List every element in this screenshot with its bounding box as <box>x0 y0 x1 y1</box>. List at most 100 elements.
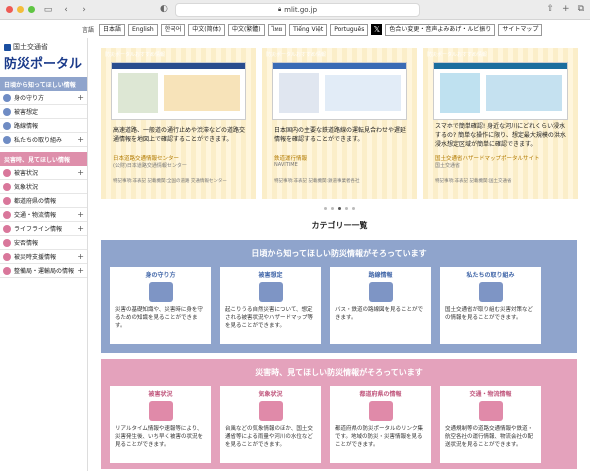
carousel-card[interactable]: 防災ポータルおすすめ情報 高速道路、一般道の通行止めや渋滞などの道路交通情報を地… <box>101 48 256 199</box>
sidebar-toggle-icon[interactable]: ▭ <box>42 4 54 16</box>
sidebar: 国土交通省 防災ポータル 日頃から知ってほしい情報 身の守り方 + 被害想定 路線情報… <box>0 38 88 471</box>
new-tab-icon[interactable]: + <box>562 4 570 14</box>
category-tile[interactable]: 都道府県の情報 都道府県の防災ポータルのリンク集です。地域の防災・災害情報を見るこ… <box>330 386 431 463</box>
category-icon <box>3 135 11 144</box>
expand-icon[interactable]: + <box>77 210 84 219</box>
category-tile[interactable]: 気象状況 台風などの気象情報のほか、国土交通省等による雨量や河川の水位などを見るこ… <box>220 386 321 463</box>
maximize-window-button[interactable] <box>28 6 35 13</box>
lang-chinese-simplified[interactable]: 中文(简体) <box>188 23 225 36</box>
tile-description: バス・鉄道の路線図を見ることができます。 <box>335 307 424 321</box>
sidebar-item[interactable]: 私たちの取り組み + <box>0 133 87 147</box>
carousel: 防災ポータルおすすめ情報 高速道路、一般道の通行止めや渋滞などの道路交通情報を地… <box>89 38 590 199</box>
category-tile[interactable]: 被害想定 起こりうる自然災害について、想定される被害状況やハザードマップ等を見るこ… <box>220 267 321 344</box>
tile-description: 都道府県の防災ポータルのリンク集です。地域の防災・災害情報を見ることができます。 <box>335 426 424 448</box>
sidebar-item[interactable]: 気象状況 <box>0 180 87 194</box>
back-icon[interactable]: ‹ <box>60 4 72 16</box>
lang-thai[interactable]: ไทย <box>267 23 287 36</box>
carousel-card[interactable]: 防災ポータルおすすめ情報 スマホで簡単確認! 身近な河川にどれくらい浸水するの?… <box>423 48 578 199</box>
card-tag: 防災ポータルおすすめ情報 <box>105 52 166 58</box>
tile-illustration-icon <box>478 282 503 302</box>
lang-vietnamese[interactable]: Tiếng Việt <box>289 23 328 36</box>
tile-description: 起こりうる自然災害について、想定される被害状況やハザードマップ等を見ることができ… <box>225 307 314 329</box>
minimize-window-button[interactable] <box>17 6 24 13</box>
tile-illustration-icon <box>258 401 283 421</box>
tile-title: 交通・物流情報 <box>469 391 512 398</box>
tile-description: 国土交通省が取り組む災害対策などの情報を見ることができます。 <box>445 307 534 321</box>
pager-dot[interactable] <box>352 207 355 210</box>
category-icon <box>3 210 11 219</box>
browser-toolbar: ▭ ‹ › ◐ 🔒︎ mlit.go.jp ⇧ + ⧉ <box>0 0 590 20</box>
site-title: 防災ポータル <box>4 57 83 72</box>
sidebar-item[interactable]: 交通・物流情報 + <box>0 208 87 222</box>
sidebar-item[interactable]: 被害想定 <box>0 105 87 119</box>
pager-dot[interactable] <box>324 207 327 210</box>
sidebar-item-label: ライフライン情報 <box>14 226 63 233</box>
main-content: 防災ポータルおすすめ情報 高速道路、一般道の通行止めや渋滞などの道路交通情報を地… <box>89 38 590 471</box>
url-text: mlit.go.jp <box>284 6 318 14</box>
sidebar-item[interactable]: 身の守り方 + <box>0 91 87 105</box>
card-source[interactable]: 鉄道運行情報 <box>274 154 307 162</box>
language-bar: 言語 日本語 English 한국어 中文(简体) 中文(繁體) ไทย Tiế… <box>0 21 590 38</box>
card-tag: 防災ポータルおすすめ情報 <box>266 52 327 58</box>
carousel-card[interactable]: 防災ポータルおすすめ情報 日本国内の主要な鉄道路線の運転見合わせや遅延情報を確認… <box>262 48 417 199</box>
tile-illustration-icon <box>368 401 393 421</box>
x-icon[interactable]: 𝕏 <box>371 24 383 35</box>
sitemap-button[interactable]: サイトマップ <box>498 23 543 36</box>
lang-portuguese[interactable]: Português <box>330 23 369 36</box>
tile-illustration-icon <box>258 282 283 302</box>
card-footnote: 特記事項:非表記 記載機関:国土交通省 <box>435 179 512 184</box>
category-tile[interactable]: 被害状況 リアルタイム情報や速報等により、災害発生後、いち早く被害の状況を見ること… <box>110 386 211 463</box>
lock-icon: 🔒︎ <box>277 6 282 13</box>
sidebar-item-label: 安否情報 <box>14 240 39 247</box>
card-source[interactable]: 日本道路交通情報センター <box>113 154 179 162</box>
category-tile[interactable]: 身の守り方 災害の基礎知識や、災害時に身を守るための知識を見ることができます。 <box>110 267 211 344</box>
tile-illustration-icon <box>478 401 503 421</box>
expand-icon[interactable]: + <box>77 266 84 275</box>
pager-dot[interactable] <box>345 207 348 210</box>
sidebar-item[interactable]: 安否情報 <box>0 236 87 250</box>
expand-icon[interactable]: + <box>77 252 84 261</box>
expand-icon[interactable]: + <box>77 224 84 233</box>
category-tile[interactable]: 路線情報 バス・鉄道の路線図を見ることができます。 <box>330 267 431 344</box>
lang-chinese-traditional[interactable]: 中文(繁體) <box>227 23 265 36</box>
sidebar-item[interactable]: 都道府県の情報 <box>0 194 87 208</box>
pager-dot-active[interactable] <box>338 207 341 210</box>
tile-illustration-icon <box>148 401 173 421</box>
sidebar-item[interactable]: 被災時支援情報 + <box>0 250 87 264</box>
pager-dot[interactable] <box>331 207 334 210</box>
sidebar-item-label: 都道府県の情報 <box>14 198 57 205</box>
tile-description: 台風などの気象情報のほか、国土交通省等による雨量や河川の水位などを見ることができ… <box>225 426 313 448</box>
sidebar-item-label: 被災時支援情報 <box>14 254 57 261</box>
tile-illustration-icon <box>148 282 173 302</box>
address-bar[interactable]: 🔒︎ mlit.go.jp <box>175 3 420 17</box>
card-source[interactable]: 国土交通省ハザードマップポータルサイト <box>435 154 540 162</box>
sidebar-item-label: 交通・物流情報 <box>14 212 57 219</box>
sidebar-item-label: 私たちの取り組み <box>14 137 63 144</box>
expand-icon[interactable]: + <box>77 168 84 177</box>
category-icon <box>3 252 11 261</box>
site-logo[interactable]: 国土交通省 防災ポータル <box>0 38 87 72</box>
share-icon[interactable]: ⇧ <box>546 4 554 14</box>
sidebar-item[interactable]: 被害状況 + <box>0 166 87 180</box>
lang-english[interactable]: English <box>128 23 158 36</box>
lang-japanese[interactable]: 日本語 <box>99 23 126 36</box>
category-tile[interactable]: 私たちの取り組み 国土交通省が取り組む災害対策などの情報を見ることができます。 <box>440 267 541 344</box>
tile-description: 災害の基礎知識や、災害時に身を守るための知識を見ることができます。 <box>115 307 203 329</box>
category-icon <box>3 238 11 247</box>
sidebar-item[interactable]: 路線情報 <box>0 119 87 133</box>
close-window-button[interactable] <box>6 6 13 13</box>
privacy-shield-icon[interactable]: ◐ <box>160 4 168 14</box>
forward-icon[interactable]: › <box>78 4 90 16</box>
tile-illustration-icon <box>368 282 393 302</box>
card-description: スマホで簡単確認! 身近な河川にどれくらい浸水するの? 簡単な操作に限り、想定最… <box>435 123 566 148</box>
card-publisher: NAVITIME <box>274 162 298 168</box>
expand-icon[interactable]: + <box>77 93 84 102</box>
category-tile[interactable]: 交通・物流情報 交通規制等の道路交通情報や鉄道・航空各社の運行情報、物流会社の配送… <box>440 386 541 463</box>
expand-icon[interactable]: + <box>77 135 84 144</box>
lang-korean[interactable]: 한국어 <box>160 23 186 36</box>
accessibility-button[interactable]: 色合い変更・音声よみあげ・ルビ振り <box>385 23 496 36</box>
sidebar-item[interactable]: 整備局・運輸局の情報 + <box>0 264 87 278</box>
sidebar-item[interactable]: ライフライン情報 + <box>0 222 87 236</box>
tabs-overview-icon[interactable]: ⧉ <box>578 4 584 14</box>
category-heading: カテゴリー一覧 <box>311 221 368 230</box>
